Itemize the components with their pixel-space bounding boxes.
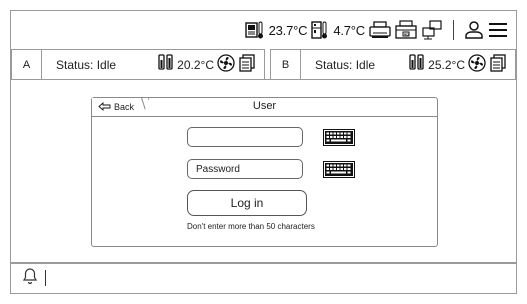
display-thermometer-icon xyxy=(244,20,265,40)
panel-b-indicators: 25.2°C xyxy=(409,54,515,75)
fan-icon xyxy=(217,54,235,75)
dialog-header: Back User xyxy=(92,98,437,117)
panel-a-indicators: 20.2°C xyxy=(158,54,264,75)
network-icon[interactable] xyxy=(421,20,443,40)
fridge-thermometer-icon xyxy=(311,20,329,40)
keyboard-icon[interactable] xyxy=(322,160,356,178)
printer-icon[interactable] xyxy=(369,20,391,40)
menu-icon[interactable] xyxy=(488,20,508,40)
user-icon[interactable] xyxy=(464,20,484,40)
panel-b-status: Status: Idle xyxy=(315,57,376,72)
thermometer-icon xyxy=(158,54,174,75)
document-icon[interactable] xyxy=(489,54,507,75)
top-status-bar: 23.7°C 4.7°C ¥0 xyxy=(11,11,516,49)
login-button[interactable]: Log in xyxy=(187,190,307,216)
bell-icon[interactable] xyxy=(22,267,38,290)
dialog-title: User xyxy=(252,100,277,112)
keyboard-icon[interactable] xyxy=(322,128,356,146)
username-field[interactable] xyxy=(187,127,303,147)
topbar-divider xyxy=(453,20,454,40)
panels-area: A Status: Idle 20.2°C B Status: Idle 25.… xyxy=(11,49,516,264)
panel-a-letter: A xyxy=(12,49,42,80)
panel-a-temperature: 20.2°C xyxy=(177,57,214,72)
cash-drawer-icon[interactable]: ¥0 xyxy=(395,20,417,40)
main-content: Back User Log in Don't enter more than 5… xyxy=(11,79,516,264)
document-icon[interactable] xyxy=(238,54,256,75)
temp-indoor: 4.7°C xyxy=(333,22,365,38)
user-login-dialog: Back User Log in Don't enter more than 5… xyxy=(91,97,438,247)
password-field[interactable] xyxy=(187,159,303,179)
panel-b-letter: B xyxy=(271,49,301,80)
thermometer-icon xyxy=(409,54,425,75)
panel-a-status: Status: Idle xyxy=(56,57,117,72)
fan-icon xyxy=(468,54,486,75)
bottom-divider xyxy=(45,270,46,286)
panel-b-header[interactable]: B Status: Idle 25.2°C xyxy=(270,49,516,80)
temp-outdoor: 23.7°C xyxy=(268,22,308,38)
bottom-bar xyxy=(11,262,516,293)
panel-b-temperature: 25.2°C xyxy=(428,57,465,72)
app-frame: 23.7°C 4.7°C ¥0 A Status: Idle 20.2°C B … xyxy=(10,10,517,294)
input-hint: Don't enter more than 50 characters xyxy=(187,222,315,231)
panel-a-header[interactable]: A Status: Idle 20.2°C xyxy=(11,49,265,80)
svg-text:¥0: ¥0 xyxy=(404,32,409,37)
